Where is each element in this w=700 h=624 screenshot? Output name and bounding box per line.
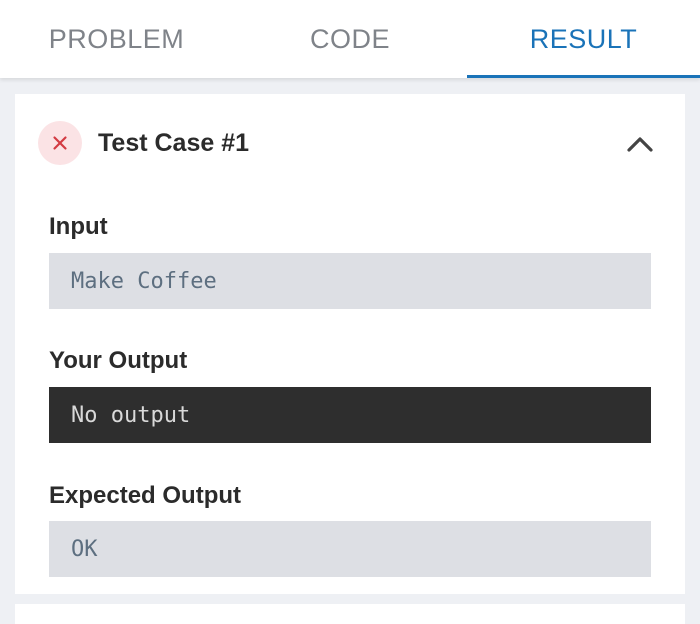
tab-code[interactable]: CODE [233,0,467,78]
fail-status-badge [38,121,82,165]
tab-problem[interactable]: PROBLEM [0,0,233,78]
tab-problem-label: PROBLEM [48,23,185,54]
chevron-up-icon [627,137,653,152]
expected-output-value: OK [71,536,98,562]
tab-result-label: RESULT [529,23,638,54]
your-output-label: Your Output [49,347,188,374]
next-test-case-card [15,604,685,624]
expected-output-label: Expected Output [49,482,242,509]
your-output-value: No output [71,402,191,428]
test-case-card: Test Case #1 Input Make Coffee Your Outp… [15,94,685,594]
input-label: Input [49,213,108,240]
tab-code-label: CODE [309,23,390,54]
tab-result[interactable]: RESULT [467,0,700,78]
collapse-toggle-button[interactable] [622,126,658,162]
close-icon [53,136,67,150]
your-output-box: No output [49,387,651,443]
input-value-box: Make Coffee [49,253,651,309]
input-value: Make Coffee [71,268,217,294]
expected-output-box: OK [49,521,651,577]
test-case-title: Test Case #1 [98,129,250,157]
active-tab-indicator [467,75,700,78]
tab-bar: PROBLEM CODE RESULT [0,0,700,78]
